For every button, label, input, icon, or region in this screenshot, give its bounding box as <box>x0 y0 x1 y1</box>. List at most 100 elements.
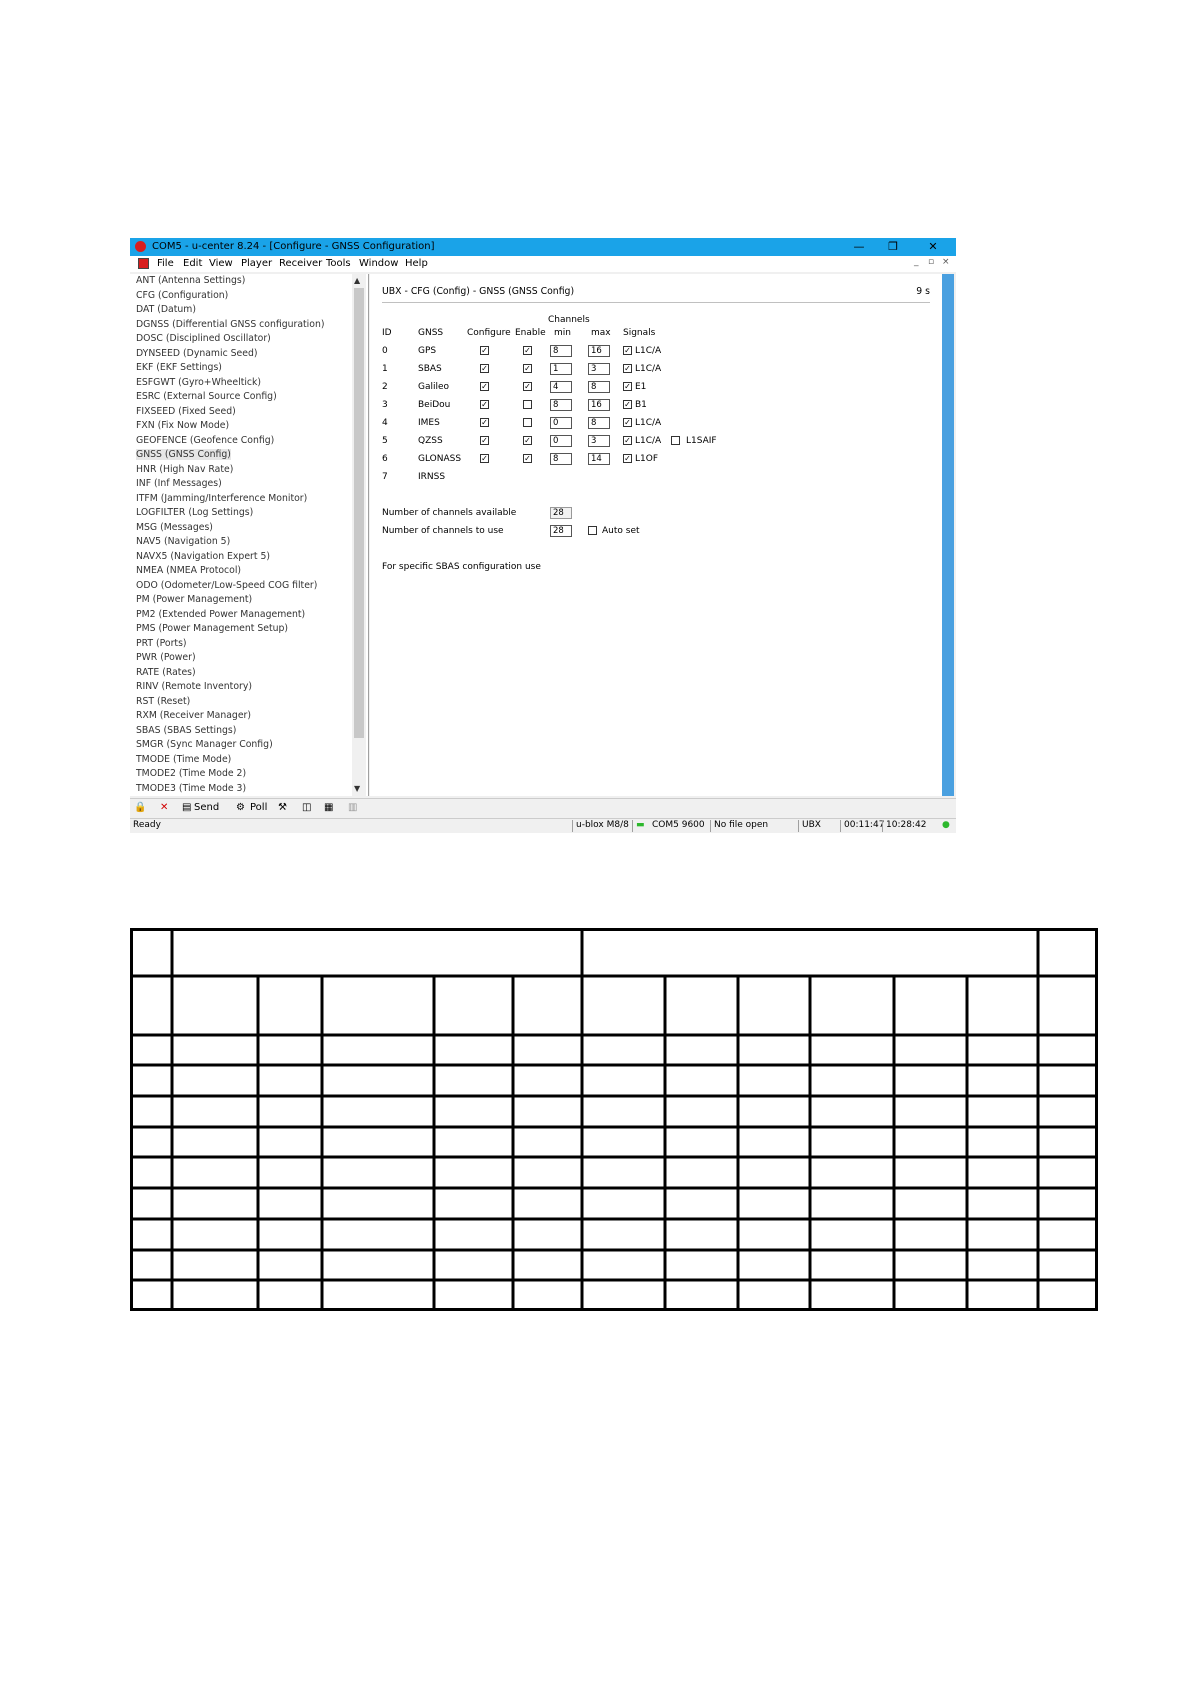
channels-to-use-input[interactable]: 28 <box>550 525 572 537</box>
cancel-icon[interactable]: ✕ <box>160 802 168 813</box>
signal-checkbox[interactable]: ✓ <box>623 382 632 391</box>
document-icon[interactable] <box>138 258 149 269</box>
min-channels-input[interactable]: 0 <box>550 435 572 447</box>
configure-checkbox[interactable]: ✓ <box>480 436 489 445</box>
list-item[interactable]: LOGFILTER (Log Settings) <box>136 507 253 518</box>
menu-window[interactable]: Window <box>359 258 398 269</box>
enable-checkbox[interactable]: ✓ <box>523 364 532 373</box>
list-item[interactable]: SMGR (Sync Manager Config) <box>136 739 273 750</box>
list-icon[interactable]: ▦ <box>324 802 333 813</box>
min-channels-input[interactable]: 8 <box>550 399 572 411</box>
min-channels-input[interactable]: 4 <box>550 381 572 393</box>
mdi-minimize-button[interactable]: _ <box>914 257 919 267</box>
poll-button[interactable]: Poll <box>250 802 267 813</box>
max-channels-input[interactable]: 16 <box>588 399 610 411</box>
list-item[interactable]: PRT (Ports) <box>136 638 187 649</box>
signal-checkbox[interactable]: ✓ <box>623 436 632 445</box>
send-button[interactable]: Send <box>194 802 219 813</box>
menu-tools[interactable]: Tools <box>326 258 351 269</box>
min-channels-input[interactable]: 8 <box>550 453 572 465</box>
mdi-restore-button[interactable]: ▫ <box>928 257 934 267</box>
list-item[interactable]: CFG (Configuration) <box>136 290 228 301</box>
min-channels-input[interactable]: 8 <box>550 345 572 357</box>
list-item[interactable]: RST (Reset) <box>136 696 190 707</box>
send-icon[interactable]: ▤ <box>182 802 191 813</box>
close-button[interactable]: ✕ <box>916 239 950 255</box>
panel-scrollbar[interactable] <box>942 274 954 796</box>
extra-signal-checkbox[interactable] <box>671 436 680 445</box>
max-channels-input[interactable]: 16 <box>588 345 610 357</box>
list-item[interactable]: PMS (Power Management Setup) <box>136 623 288 634</box>
list-scrollbar[interactable]: ▲ ▼ <box>352 274 366 796</box>
list-item[interactable]: PM2 (Extended Power Management) <box>136 609 305 620</box>
max-channels-input[interactable]: 3 <box>588 363 610 375</box>
signal-checkbox[interactable]: ✓ <box>623 346 632 355</box>
list-item[interactable]: EKF (EKF Settings) <box>136 362 222 373</box>
scroll-up-icon[interactable]: ▲ <box>354 276 360 285</box>
minimize-button[interactable]: — <box>842 239 876 255</box>
list-item[interactable]: NAV5 (Navigation 5) <box>136 536 230 547</box>
list-item[interactable]: PWR (Power) <box>136 652 196 663</box>
list-item[interactable]: RINV (Remote Inventory) <box>136 681 252 692</box>
list-item[interactable]: HNR (High Nav Rate) <box>136 464 233 475</box>
min-channels-input[interactable]: 1 <box>550 363 572 375</box>
menu-player[interactable]: Player <box>241 258 272 269</box>
menu-help[interactable]: Help <box>405 258 428 269</box>
menu-file[interactable]: File <box>157 258 174 269</box>
max-channels-input[interactable]: 8 <box>588 381 610 393</box>
list-item[interactable]: TMODE2 (Time Mode 2) <box>136 768 246 779</box>
save-icon[interactable]: ◫ <box>302 802 311 813</box>
configure-checkbox[interactable]: ✓ <box>480 400 489 409</box>
list-item[interactable]: INF (Inf Messages) <box>136 478 222 489</box>
configure-checkbox[interactable]: ✓ <box>480 454 489 463</box>
configure-checkbox[interactable]: ✓ <box>480 346 489 355</box>
list-item[interactable]: PM (Power Management) <box>136 594 252 605</box>
list-item[interactable]: DGNSS (Differential GNSS configuration) <box>136 319 324 330</box>
list-item[interactable]: ESRC (External Source Config) <box>136 391 277 402</box>
signal-checkbox[interactable]: ✓ <box>623 454 632 463</box>
restore-button[interactable]: ❐ <box>876 239 910 255</box>
scroll-thumb[interactable] <box>354 288 364 738</box>
menu-view[interactable]: View <box>209 258 233 269</box>
mdi-close-button[interactable]: × <box>942 257 950 267</box>
list-item[interactable]: ANT (Antenna Settings) <box>136 275 245 286</box>
list-item[interactable]: DAT (Datum) <box>136 304 196 315</box>
poll-icon[interactable]: ⚙ <box>236 802 245 813</box>
list-item[interactable]: NAVX5 (Navigation Expert 5) <box>136 551 270 562</box>
signal-checkbox[interactable]: ✓ <box>623 400 632 409</box>
list-item[interactable]: FXN (Fix Now Mode) <box>136 420 229 431</box>
list-item[interactable]: ITFM (Jamming/Interference Monitor) <box>136 493 307 504</box>
list-item[interactable]: RXM (Receiver Manager) <box>136 710 251 721</box>
configure-checkbox[interactable]: ✓ <box>480 418 489 427</box>
menu-receiver[interactable]: Receiver <box>279 258 322 269</box>
enable-checkbox[interactable]: ✓ <box>523 382 532 391</box>
max-channels-input[interactable]: 8 <box>588 417 610 429</box>
enable-checkbox[interactable]: ✓ <box>523 436 532 445</box>
list-item[interactable]: DOSC (Disciplined Oscillator) <box>136 333 271 344</box>
list-item[interactable]: FIXSEED (Fixed Seed) <box>136 406 236 417</box>
max-channels-input[interactable]: 3 <box>588 435 610 447</box>
auto-set-checkbox[interactable] <box>588 526 597 535</box>
enable-checkbox[interactable] <box>523 418 532 427</box>
signal-checkbox[interactable]: ✓ <box>623 364 632 373</box>
list-item[interactable]: ODO (Odometer/Low-Speed COG filter) <box>136 580 317 591</box>
list-item[interactable]: ESFGWT (Gyro+Wheeltick) <box>136 377 261 388</box>
enable-checkbox[interactable]: ✓ <box>523 454 532 463</box>
lock-icon[interactable]: 🔒 <box>134 802 146 813</box>
list-item[interactable]: SBAS (SBAS Settings) <box>136 725 236 736</box>
enable-checkbox[interactable]: ✓ <box>523 346 532 355</box>
list-item-selected[interactable]: GNSS (GNSS Config) <box>136 449 231 460</box>
list-item[interactable]: TMODE (Time Mode) <box>136 754 231 765</box>
signal-checkbox[interactable]: ✓ <box>623 418 632 427</box>
menu-edit[interactable]: Edit <box>183 258 202 269</box>
enable-checkbox[interactable] <box>523 400 532 409</box>
list-item[interactable]: GEOFENCE (Geofence Config) <box>136 435 274 446</box>
tools-icon[interactable]: ⚒ <box>278 802 287 813</box>
list-item[interactable]: NMEA (NMEA Protocol) <box>136 565 241 576</box>
scroll-down-icon[interactable]: ▼ <box>354 784 360 793</box>
grid-icon[interactable]: ▥ <box>348 802 357 813</box>
list-item[interactable]: MSG (Messages) <box>136 522 213 533</box>
configure-checkbox[interactable]: ✓ <box>480 382 489 391</box>
configure-checkbox[interactable]: ✓ <box>480 364 489 373</box>
max-channels-input[interactable]: 14 <box>588 453 610 465</box>
